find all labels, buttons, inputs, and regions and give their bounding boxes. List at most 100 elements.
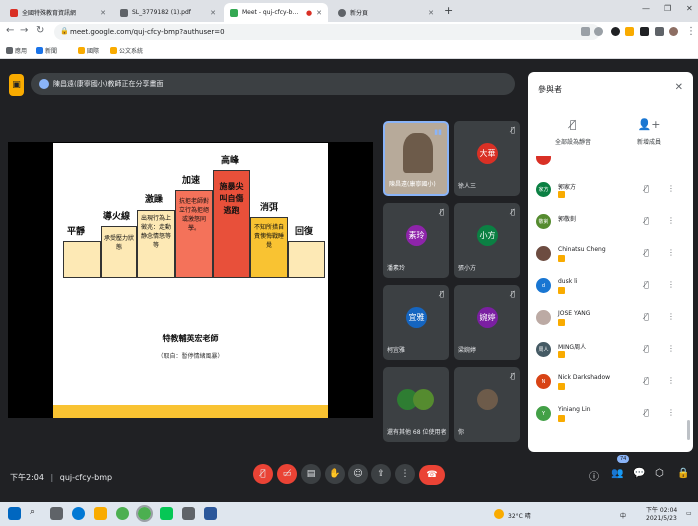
panel-title: 參與者: [538, 85, 562, 94]
close-icon[interactable]: ✕: [316, 9, 322, 17]
close-icon[interactable]: ✕: [100, 9, 106, 17]
participant-row[interactable]: 家方 郭家方 🎙̸ ⋮: [528, 176, 693, 208]
profile-icon[interactable]: [655, 27, 664, 36]
captions-button[interactable]: ▤: [301, 464, 321, 484]
more-icon[interactable]: ⋮: [667, 280, 675, 289]
extension-icon[interactable]: [625, 27, 634, 36]
search-icon[interactable]: ⌕: [30, 507, 43, 520]
windows-start-icon[interactable]: [8, 507, 21, 520]
add-people-button[interactable]: 👤+ 新增成員: [614, 118, 684, 146]
back-icon[interactable]: ←: [6, 25, 14, 36]
input-language[interactable]: 中: [620, 511, 626, 520]
clock-date[interactable]: 2021/5/23: [646, 515, 677, 522]
reload-icon[interactable]: ↻: [36, 25, 44, 36]
close-icon[interactable]: ✕: [675, 82, 683, 93]
mic-off-icon[interactable]: 🎙̸: [644, 408, 649, 417]
bookmark-star-icon[interactable]: [594, 27, 603, 36]
puzzle-icon[interactable]: [640, 27, 649, 36]
notification-icon[interactable]: ▭: [686, 510, 692, 517]
mic-off-icon[interactable]: 🎙̸: [644, 184, 649, 193]
avatar[interactable]: [669, 27, 678, 36]
more-icon[interactable]: ⋮: [667, 344, 675, 353]
edge-icon[interactable]: [72, 507, 85, 520]
step-text: 承受壓力狀態: [103, 235, 134, 251]
bookmark-item[interactable]: 國際: [78, 46, 99, 55]
participant-tile[interactable]: 🎙̸ 素玲 潘素玲: [383, 203, 449, 278]
participant-row[interactable]: Y Yiniang Lin 🎙̸ ⋮: [528, 400, 693, 432]
mic-toggle-button[interactable]: 🎙̸: [253, 464, 273, 484]
badge-icon: [558, 415, 565, 422]
participant-row[interactable]: N Nick Darkshadow 🎙̸ ⋮: [528, 368, 693, 400]
reactions-button[interactable]: ☺: [348, 464, 368, 484]
participant-row[interactable]: d dusk li 🎙̸ ⋮: [528, 272, 693, 304]
chat-icon[interactable]: 💬: [633, 468, 645, 479]
mic-off-icon[interactable]: 🎙̸: [644, 376, 649, 385]
chrome-active-icon[interactable]: [136, 505, 153, 522]
leave-call-button[interactable]: ☎: [419, 465, 445, 485]
lock-icon[interactable]: 🔒: [677, 468, 689, 479]
task-view-icon[interactable]: [50, 507, 63, 520]
more-icon[interactable]: ⋮: [667, 216, 675, 225]
chrome-icon[interactable]: [116, 507, 129, 520]
more-icon[interactable]: ⋮: [667, 376, 675, 385]
slide-footer-bar: [53, 405, 328, 418]
self-tile[interactable]: 🎙̸ 你: [454, 367, 520, 442]
file-explorer-icon[interactable]: [94, 507, 107, 520]
raise-hand-button[interactable]: ✋: [325, 464, 345, 484]
more-participants-tile[interactable]: 還有其他 68 位使用者: [383, 367, 449, 442]
people-icon[interactable]: 👥: [611, 468, 623, 479]
panel-scrollbar[interactable]: [687, 420, 690, 440]
bookmark-item[interactable]: 新聞: [36, 46, 57, 55]
participant-tile[interactable]: 🎙̸ 婉婷 梁婉婷: [454, 285, 520, 360]
participant-tile[interactable]: ▮▮ 陳昌遠(康寧國小): [383, 121, 449, 196]
more-options-button[interactable]: ⋮: [395, 464, 415, 484]
mic-off-icon[interactable]: 🎙̸: [644, 344, 649, 353]
line-icon[interactable]: [160, 507, 173, 520]
weather-text[interactable]: 32°C 晴: [508, 511, 531, 520]
bookmark-icon: [36, 47, 43, 54]
more-icon[interactable]: ⋮: [667, 184, 675, 193]
browser-tab-3[interactable]: Meet - quj-cfcy-bmp ● ✕: [224, 3, 328, 22]
bookmark-item[interactable]: 公文系統: [110, 46, 143, 55]
address-bar[interactable]: 🔒 meet.google.com/quj-cfcy-bmp?authuser=…: [54, 24, 600, 40]
browser-tab-2[interactable]: SL_3779182 (1).pdf ✕: [114, 3, 222, 22]
meeting-info-icon[interactable]: ▣: [9, 74, 24, 96]
close-icon[interactable]: ✕: [210, 9, 216, 17]
participant-row[interactable]: Chinatsu Cheng 🎙̸ ⋮: [528, 240, 693, 272]
participant-tile[interactable]: 🎙̸ 大華 徐人三: [454, 121, 520, 196]
new-tab-button[interactable]: +: [444, 4, 453, 17]
mute-all-button[interactable]: 🎙̸ 全部設為靜音: [538, 118, 608, 146]
minimize-icon[interactable]: —: [642, 4, 650, 13]
participant-tile[interactable]: 🎙̸ 小方 張小方: [454, 203, 520, 278]
participant-row[interactable]: [528, 156, 693, 170]
present-button[interactable]: ⇪: [371, 464, 391, 484]
browser-tab-1[interactable]: 全國特殊教育資訊網 ✕: [4, 3, 112, 22]
menu-icon[interactable]: ⋮: [686, 26, 696, 37]
app-icon[interactable]: [182, 507, 195, 520]
word-icon[interactable]: [204, 507, 217, 520]
mic-off-icon[interactable]: 🎙̸: [644, 216, 649, 225]
info-icon[interactable]: ⓘ: [589, 468, 599, 483]
extension-icon[interactable]: [611, 27, 620, 36]
bookmark-item[interactable]: 應用: [6, 46, 27, 55]
more-icon[interactable]: ⋮: [667, 248, 675, 257]
participant-row[interactable]: 敬釗 郭敬釗 🎙̸ ⋮: [528, 208, 693, 240]
more-icon[interactable]: ⋮: [667, 312, 675, 321]
clock-time[interactable]: 下午 02:04: [646, 505, 677, 514]
participant-row[interactable]: 周人 MING周人 🎙̸ ⋮: [528, 336, 693, 368]
participant-tile[interactable]: 🎙̸ 宜雅 柯宜雅: [383, 285, 449, 360]
mic-off-icon[interactable]: 🎙̸: [644, 280, 649, 289]
mic-off-icon[interactable]: 🎙̸: [644, 248, 649, 257]
forward-icon[interactable]: →: [20, 25, 28, 36]
activities-icon[interactable]: ⬡: [655, 468, 664, 479]
maximize-icon[interactable]: ❐: [664, 4, 671, 13]
browser-tab-4[interactable]: 新分頁 ✕: [332, 3, 440, 22]
more-icon[interactable]: ⋮: [667, 408, 675, 417]
camera-toggle-button[interactable]: ▭̸: [277, 464, 297, 484]
camera-permission-icon[interactable]: [581, 27, 590, 36]
close-window-icon[interactable]: ✕: [686, 4, 693, 13]
mic-off-icon[interactable]: 🎙̸: [644, 312, 649, 321]
close-icon[interactable]: ✕: [428, 9, 434, 17]
participant-row[interactable]: JOSE YANG 🎙̸ ⋮: [528, 304, 693, 336]
url-text: meet.google.com/quj-cfcy-bmp?authuser=0: [70, 28, 225, 36]
